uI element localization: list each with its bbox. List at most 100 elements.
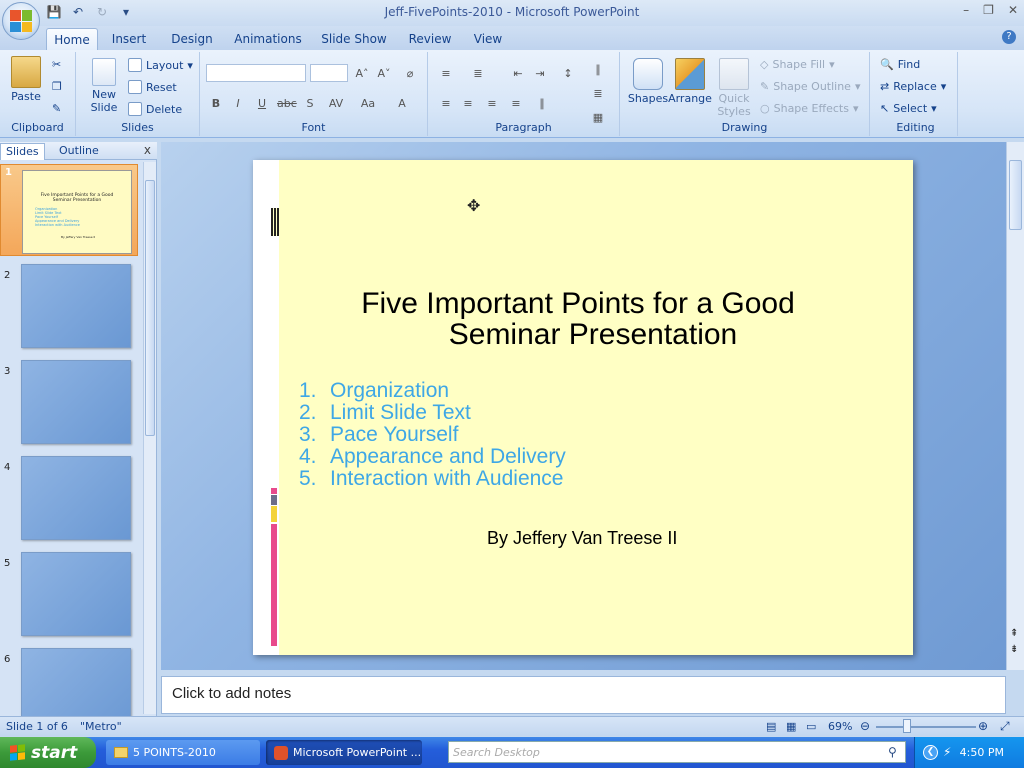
- italic-icon[interactable]: I: [228, 94, 248, 112]
- find-button[interactable]: 🔍 Find: [880, 58, 920, 71]
- font-size-dropdown[interactable]: [310, 64, 348, 82]
- close-icon[interactable]: ✕: [1008, 3, 1018, 17]
- zoom-slider-thumb[interactable]: [903, 719, 911, 733]
- desktop-search-input[interactable]: Search Desktop: [448, 741, 906, 763]
- close-pane-icon[interactable]: x: [144, 143, 151, 157]
- shapes-button[interactable]: Shapes: [626, 58, 670, 105]
- tray-arrow-icon[interactable]: ❮: [923, 745, 938, 760]
- slide-scrollbar-thumb[interactable]: [1009, 160, 1022, 230]
- zoom-slider[interactable]: [876, 726, 976, 728]
- fit-to-window-icon[interactable]: ⤢: [1000, 719, 1010, 734]
- character-spacing-icon[interactable]: AV: [326, 94, 346, 112]
- justify-icon[interactable]: ≡: [506, 94, 526, 112]
- font-name-dropdown[interactable]: [206, 64, 306, 82]
- slide-thumbnail-1-selected[interactable]: 1 Five Important Points for a Good Semina…: [0, 164, 138, 256]
- slide-show-icon[interactable]: ▭: [806, 720, 816, 733]
- zoom-out-icon[interactable]: ⊖: [860, 719, 870, 733]
- next-slide-icon[interactable]: ⇟: [1010, 644, 1018, 655]
- new-slide-icon: [92, 58, 116, 86]
- text-direction-icon[interactable]: ∥: [588, 60, 608, 78]
- tab-slides[interactable]: Slides: [0, 143, 45, 160]
- reset-icon: [128, 80, 142, 94]
- zoom-level[interactable]: 69%: [828, 720, 852, 733]
- slide-thumbnail-2[interactable]: [21, 264, 131, 348]
- office-button[interactable]: [2, 2, 40, 40]
- reset-button[interactable]: Reset: [128, 80, 177, 94]
- layout-button[interactable]: Layout ▾: [128, 58, 193, 72]
- align-right-icon[interactable]: ≡: [482, 94, 502, 112]
- start-button[interactable]: start: [0, 737, 96, 768]
- slide-sorter-icon[interactable]: ▦: [786, 720, 796, 733]
- new-slide-button[interactable]: New Slide: [84, 58, 124, 114]
- tab-slide-show[interactable]: Slide Show: [318, 28, 390, 50]
- slides-pane-scrollbar[interactable]: [143, 162, 156, 714]
- slide-thumbnail-4[interactable]: [21, 456, 131, 540]
- customize-toolbar-icon[interactable]: ▾: [118, 4, 134, 20]
- save-icon[interactable]: 💾: [46, 4, 62, 20]
- paste-icon: [11, 56, 41, 88]
- line-spacing-icon[interactable]: ↕: [558, 64, 578, 82]
- align-left-icon[interactable]: ≡: [436, 94, 456, 112]
- align-center-icon[interactable]: ≡: [458, 94, 478, 112]
- bullets-icon[interactable]: ≡: [436, 64, 456, 82]
- numbering-icon[interactable]: ≣: [468, 64, 488, 82]
- tab-animations[interactable]: Animations: [232, 28, 304, 50]
- tab-insert[interactable]: Insert: [106, 28, 152, 50]
- font-color-icon[interactable]: A: [392, 94, 412, 112]
- slide-bullet-list[interactable]: 1. Organization 2. Limit Slide Text 3. Pace…: [299, 380, 566, 490]
- list-item: 3. Pace Yourself: [299, 423, 459, 446]
- increase-indent-icon[interactable]: ⇥: [530, 64, 550, 82]
- tab-home[interactable]: Home: [46, 28, 98, 50]
- taskbar-powerpoint-item[interactable]: Microsoft PowerPoint ...: [266, 740, 422, 765]
- select-button[interactable]: ↖ Select ▾: [880, 102, 937, 115]
- paste-button[interactable]: Paste: [6, 56, 46, 103]
- change-case-icon[interactable]: Aa: [358, 94, 378, 112]
- bold-icon[interactable]: B: [206, 94, 226, 112]
- shadow-icon[interactable]: S: [300, 94, 320, 112]
- cut-icon[interactable]: ✂: [52, 58, 61, 71]
- decrease-indent-icon[interactable]: ⇤: [508, 64, 528, 82]
- redo-icon[interactable]: ↻: [94, 4, 110, 20]
- grow-font-icon[interactable]: A˄: [352, 64, 372, 82]
- shape-outline-button[interactable]: ✎ Shape Outline ▾: [760, 80, 861, 93]
- shape-fill-button[interactable]: ◇ Shape Fill ▾: [760, 58, 835, 71]
- format-painter-icon[interactable]: ✎: [52, 102, 61, 115]
- previous-slide-icon[interactable]: ⇞: [1010, 628, 1018, 639]
- title-bar: Jeff-FivePoints-2010 - Microsoft PowerPo…: [0, 0, 1024, 26]
- slide-thumbnail-5[interactable]: [21, 552, 131, 636]
- shrink-font-icon[interactable]: A˅: [374, 64, 394, 82]
- copy-icon[interactable]: ❐: [52, 80, 62, 93]
- tab-view[interactable]: View: [468, 28, 508, 50]
- underline-icon[interactable]: U: [252, 94, 272, 112]
- decor-pink-small: [271, 488, 277, 494]
- help-icon[interactable]: ?: [1002, 30, 1016, 44]
- scrollbar-thumb[interactable]: [145, 180, 155, 436]
- align-text-icon[interactable]: ≣: [588, 84, 608, 102]
- quick-styles-button[interactable]: Quick Styles: [712, 58, 756, 118]
- search-icon[interactable]: ⚲: [888, 745, 897, 759]
- shape-effects-button[interactable]: ○ Shape Effects ▾: [760, 102, 858, 115]
- restore-icon[interactable]: ❐: [983, 3, 994, 17]
- clear-formatting-icon[interactable]: ⌀: [400, 64, 420, 82]
- notes-pane[interactable]: Click to add notes: [161, 676, 1006, 714]
- decor-yellow: [271, 506, 277, 522]
- slide-byline[interactable]: By Jeffery Van Treese II: [487, 528, 677, 549]
- network-icon[interactable]: ⚡: [943, 745, 951, 759]
- strikethrough-icon[interactable]: abc: [276, 94, 297, 112]
- slide-scrollbar[interactable]: ⇞ ⇟: [1006, 142, 1024, 670]
- tab-outline[interactable]: Outline: [54, 143, 104, 160]
- slide-title[interactable]: Five Important Points for a Good Seminar…: [323, 288, 833, 350]
- normal-view-icon[interactable]: ▤: [766, 720, 776, 733]
- tab-review[interactable]: Review: [404, 28, 456, 50]
- columns-icon[interactable]: ∥: [532, 94, 552, 112]
- delete-button[interactable]: Delete: [128, 102, 182, 116]
- taskbar-folder-item[interactable]: 5 POINTS-2010: [106, 740, 260, 765]
- slide-thumbnail-3[interactable]: [21, 360, 131, 444]
- undo-icon[interactable]: ↶: [70, 4, 86, 20]
- tab-design[interactable]: Design: [166, 28, 218, 50]
- arrange-button[interactable]: Arrange: [668, 58, 712, 105]
- minimize-icon[interactable]: –: [963, 3, 969, 17]
- slide[interactable]: Five Important Points for a Good Seminar…: [253, 160, 913, 655]
- replace-button[interactable]: ⇄ Replace ▾: [880, 80, 946, 93]
- zoom-in-icon[interactable]: ⊕: [978, 719, 988, 733]
